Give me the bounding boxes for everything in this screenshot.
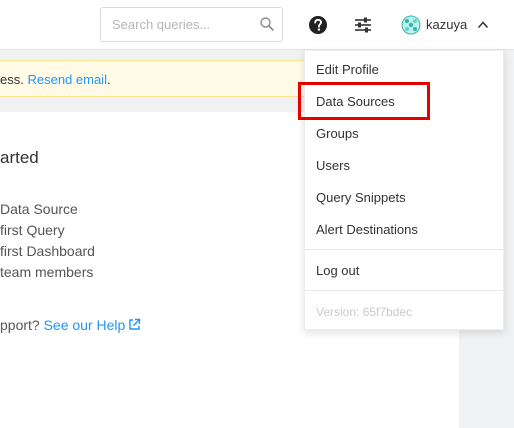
- step-connect-data-source[interactable]: Data Source: [0, 201, 78, 217]
- menu-item-data-sources[interactable]: Data Sources: [305, 86, 503, 118]
- top-header: kazuya: [0, 0, 514, 50]
- email-verification-notice: ess. Resend email.: [0, 60, 320, 97]
- support-line: pport? See our Help: [0, 317, 141, 333]
- notice-message: ess.: [0, 72, 24, 87]
- notice-suffix: .: [106, 72, 111, 87]
- menu-item-groups[interactable]: Groups: [305, 118, 503, 150]
- step-create-dashboard[interactable]: first Dashboard: [0, 243, 95, 259]
- menu-item-alert-destinations[interactable]: Alert Destinations: [305, 214, 503, 246]
- help-link-label: See our Help: [43, 317, 126, 333]
- user-dropdown-menu: Edit Profile Data Sources Groups Users Q…: [304, 50, 504, 330]
- user-menu[interactable]: kazuya: [399, 12, 494, 38]
- settings-sliders-icon[interactable]: [353, 16, 373, 34]
- menu-item-edit-profile[interactable]: Edit Profile: [305, 54, 503, 86]
- support-text: pport?: [0, 317, 40, 333]
- search-input[interactable]: [101, 8, 251, 41]
- search-icon[interactable]: [259, 16, 275, 32]
- menu-item-log-out[interactable]: Log out: [305, 255, 503, 287]
- menu-item-query-snippets[interactable]: Query Snippets: [305, 182, 503, 214]
- step-create-query[interactable]: first Query: [0, 222, 65, 238]
- search-box[interactable]: [100, 7, 283, 42]
- menu-divider: [305, 290, 503, 291]
- step-invite-team[interactable]: team members: [0, 264, 93, 280]
- avatar: [401, 15, 421, 35]
- version-label: Version: 65f7bdec: [316, 305, 413, 319]
- help-link[interactable]: See our Help: [44, 317, 142, 333]
- external-link-icon: [129, 318, 141, 330]
- notice-text: ess. Resend email.: [0, 72, 111, 87]
- page-title: arted: [0, 148, 39, 167]
- help-icon[interactable]: [308, 15, 328, 35]
- user-name: kazuya: [426, 17, 468, 32]
- menu-item-users[interactable]: Users: [305, 150, 503, 182]
- menu-divider: [305, 249, 503, 250]
- chevron-up-icon: [477, 21, 489, 29]
- resend-email-link[interactable]: Resend email: [27, 72, 107, 87]
